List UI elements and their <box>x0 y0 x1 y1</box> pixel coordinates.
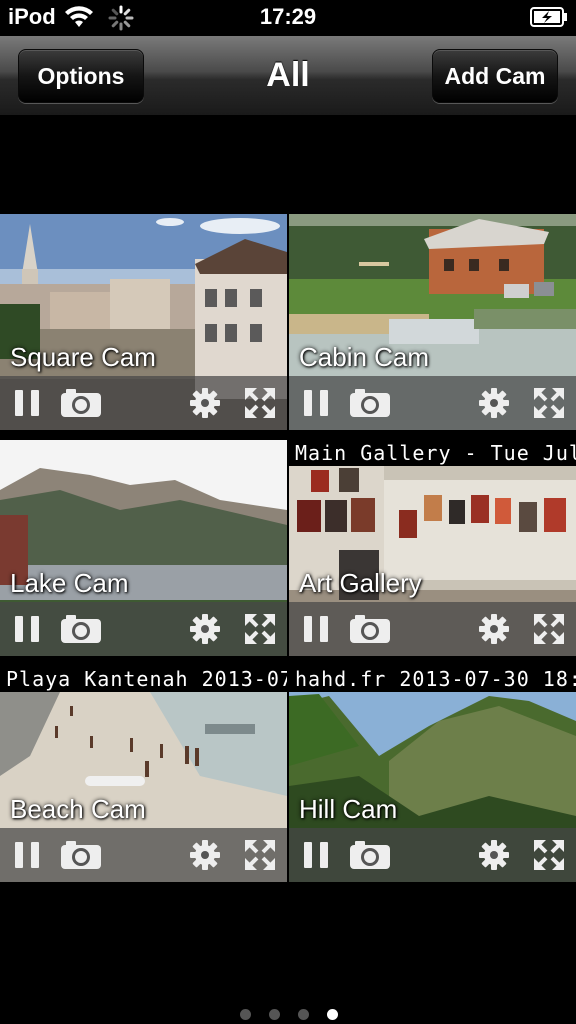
battery-charging-icon <box>530 7 567 27</box>
cam-timestamp-caption: Main Gallery - Tue Jul 30 <box>289 440 576 466</box>
add-cam-button[interactable]: Add Cam <box>432 49 558 103</box>
pause-icon[interactable] <box>301 840 331 870</box>
cam-tile-lake[interactable]: Lake Cam <box>0 440 287 656</box>
status-bar: iPod 17:29 <box>0 0 576 36</box>
cam-timestamp-caption: hahd.fr 2013-07-30 18:29: <box>289 666 576 692</box>
page-dot-active[interactable] <box>327 1009 338 1020</box>
page-dot[interactable] <box>298 1009 309 1020</box>
gear-icon[interactable] <box>479 614 509 644</box>
status-time: 17:29 <box>259 4 317 29</box>
cam-tile-hill[interactable]: hahd.fr 2013-07-30 18:29: Hill Cam <box>289 666 576 882</box>
expand-fullscreen-icon[interactable] <box>534 388 564 418</box>
gear-icon[interactable] <box>190 614 220 644</box>
page-dot[interactable] <box>269 1009 280 1020</box>
pause-icon[interactable] <box>12 840 42 870</box>
cam-tile-cabin[interactable]: Cabin Cam <box>289 214 576 430</box>
cam-name-label: Cabin Cam <box>299 342 430 372</box>
expand-fullscreen-icon[interactable] <box>245 614 275 644</box>
snapshot-camera-icon[interactable] <box>60 840 102 870</box>
gear-icon[interactable] <box>190 840 220 870</box>
cam-toolbar <box>0 376 287 430</box>
cam-toolbar <box>0 602 287 656</box>
cam-name-label: Beach Cam <box>10 794 146 824</box>
cam-toolbar <box>289 602 576 656</box>
snapshot-camera-icon[interactable] <box>349 388 391 418</box>
snapshot-camera-icon[interactable] <box>60 614 102 644</box>
pause-icon[interactable] <box>301 614 331 644</box>
cam-toolbar <box>289 376 576 430</box>
expand-fullscreen-icon[interactable] <box>245 388 275 418</box>
expand-fullscreen-icon[interactable] <box>534 614 564 644</box>
pause-icon[interactable] <box>12 614 42 644</box>
gear-icon[interactable] <box>479 840 509 870</box>
gear-icon[interactable] <box>190 388 220 418</box>
gear-icon[interactable] <box>479 388 509 418</box>
cam-timestamp-caption: Playa Kantenah 2013-07-3 <box>0 666 287 692</box>
cam-name-label: Square Cam <box>10 342 156 372</box>
expand-fullscreen-icon[interactable] <box>534 840 564 870</box>
navigation-bar: Options All Add Cam <box>0 36 576 116</box>
cam-tile-square[interactable]: Square Cam <box>0 214 287 430</box>
cam-toolbar <box>0 828 287 882</box>
pause-icon[interactable] <box>12 388 42 418</box>
snapshot-camera-icon[interactable] <box>349 614 391 644</box>
pause-icon[interactable] <box>301 388 331 418</box>
cam-tile-beach[interactable]: Playa Kantenah 2013-07-3 Beach Cam <box>0 666 287 882</box>
cam-name-label: Art Gallery <box>299 568 422 598</box>
cam-tile-art-gallery[interactable]: Main Gallery - Tue Jul 30 Art Gallery <box>289 440 576 656</box>
cam-name-label: Lake Cam <box>10 568 129 598</box>
snapshot-camera-icon[interactable] <box>349 840 391 870</box>
snapshot-camera-icon[interactable] <box>60 388 102 418</box>
page-indicator[interactable] <box>0 1009 576 1021</box>
expand-fullscreen-icon[interactable] <box>245 840 275 870</box>
cam-toolbar <box>289 828 576 882</box>
page-dot[interactable] <box>240 1009 251 1020</box>
cam-name-label: Hill Cam <box>299 794 398 824</box>
